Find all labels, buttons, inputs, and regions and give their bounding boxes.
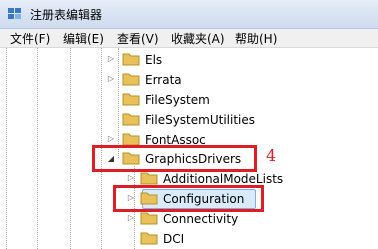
- tree-item-connectivity[interactable]: ▷ Connectivity: [0, 209, 378, 229]
- tree-item-label: Els: [145, 53, 163, 67]
- annotation-box-configuration: [113, 185, 264, 212]
- registry-editor-icon: [8, 8, 21, 19]
- folder-icon: [122, 133, 140, 146]
- menu-edit[interactable]: 编辑(E): [63, 30, 104, 47]
- tree-item-label: FileSystem: [145, 93, 210, 107]
- folder-icon: [140, 172, 158, 185]
- annotation-number: 4: [266, 146, 277, 165]
- tree-item-label: Connectivity: [163, 212, 239, 226]
- folder-icon: [122, 93, 140, 106]
- tree-item-dci[interactable]: DCI: [0, 229, 378, 249]
- expand-icon[interactable]: ▷: [106, 54, 116, 64]
- window-title: 注册表编辑器: [30, 8, 103, 22]
- menu-file[interactable]: 文件(F): [10, 30, 50, 47]
- expand-icon: [106, 94, 116, 104]
- tree-item-filesystemutilities[interactable]: FileSystemUtilities: [0, 110, 378, 130]
- expand-icon[interactable]: ▷: [106, 74, 116, 84]
- folder-icon: [140, 212, 158, 225]
- registry-tree: ▷ Els ▷ Errata FileSystem FileSystemUtil…: [0, 48, 378, 249]
- tree-item-els[interactable]: ▷ Els: [0, 50, 378, 70]
- tree-item-filesystem[interactable]: FileSystem: [0, 90, 378, 110]
- expand-icon[interactable]: ▷: [126, 173, 136, 183]
- tree-item-label: FileSystemUtilities: [145, 113, 255, 127]
- tree-item-label: DCI: [163, 232, 185, 246]
- expand-icon[interactable]: ▷: [126, 213, 136, 223]
- folder-icon: [122, 113, 140, 126]
- tree-item-label: AdditionalModeLists: [163, 172, 284, 186]
- annotation-box-graphicsdrivers: [92, 145, 257, 172]
- tree-item-label: Errata: [145, 73, 182, 87]
- expand-icon[interactable]: ▷: [106, 134, 116, 144]
- title-bar: 注册表编辑器: [0, 0, 378, 29]
- menu-help[interactable]: 帮助(H): [235, 30, 277, 47]
- expand-icon: [106, 114, 116, 124]
- menu-view[interactable]: 查看(V): [117, 30, 159, 47]
- folder-icon: [140, 232, 158, 245]
- folder-icon: [122, 53, 140, 66]
- folder-icon: [122, 73, 140, 86]
- expand-icon: [126, 233, 136, 243]
- menu-favorites[interactable]: 收藏夹(A): [171, 30, 225, 47]
- tree-item-errata[interactable]: ▷ Errata: [0, 70, 378, 90]
- menu-bar: 文件(F) 编辑(E) 查看(V) 收藏夹(A) 帮助(H): [0, 29, 378, 48]
